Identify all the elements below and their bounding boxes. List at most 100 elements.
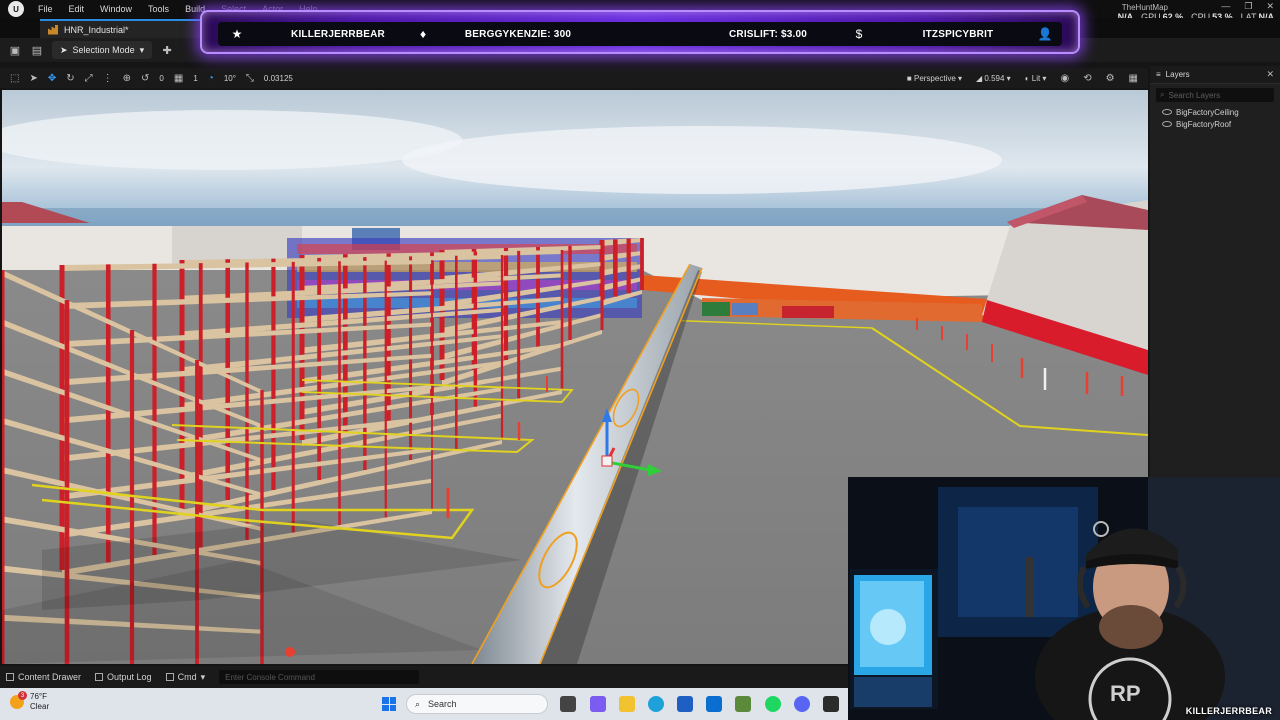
star-icon: ★ (231, 27, 243, 41)
taskbar-search[interactable]: ⌕ Search (406, 694, 548, 714)
menu-file[interactable]: File (30, 4, 61, 14)
search-icon: ⌕ (1160, 90, 1165, 99)
menu-dots-icon[interactable]: ⋮ (103, 73, 113, 84)
layers-panel: ≡ Layers ✕ ⌕ Search Layers BigFactoryCei… (1150, 66, 1280, 477)
scale-snap-value[interactable]: 1 (193, 74, 197, 83)
rotation-snap-value[interactable]: 0 (159, 74, 163, 83)
scale-icon[interactable]: ⤢ (85, 73, 93, 84)
cursor-icon: ➤ (60, 44, 68, 55)
task-view-icon[interactable] (560, 696, 576, 712)
store-icon[interactable] (677, 696, 693, 712)
scale-grid-icon[interactable]: ⤡ (246, 73, 254, 84)
window-controls: — ❐ ✕ (1221, 1, 1274, 12)
layers-search-placeholder: Search Layers (1168, 90, 1221, 100)
layer-item[interactable]: BigFactoryRoof (1150, 118, 1280, 130)
layers-title: Layers (1165, 70, 1190, 79)
webcam-feed: RP KILLERJERRBEAR (848, 477, 1280, 720)
minimize-icon[interactable]: — (1221, 1, 1230, 12)
search-icon: ⌕ (415, 698, 421, 709)
taskbar-search-label: Search (428, 699, 457, 709)
translate-icon[interactable]: ✥ (48, 73, 56, 84)
restore-icon[interactable]: ❐ (1244, 1, 1252, 12)
cmd-dropdown[interactable]: Cmd ▾ (165, 672, 205, 683)
latest-sub: BERGGYKENZIE: 300 (464, 28, 572, 40)
menu-window[interactable]: Window (92, 4, 140, 14)
user-icon: 👤 (1037, 27, 1053, 41)
grid-snap-icon[interactable]: ▦ (174, 73, 183, 84)
screen: U File Edit Window Tools Build Select Ac… (0, 0, 1280, 720)
menu-edit[interactable]: Edit (61, 4, 93, 14)
scale-grid-value[interactable]: 0.03125 (264, 74, 293, 83)
add-actor-icon[interactable]: ✚ (160, 43, 174, 57)
layers-search-field[interactable]: ⌕ Search Layers (1156, 88, 1274, 102)
discord-icon[interactable] (794, 696, 810, 712)
select-tool-icon[interactable]: ⬚ (10, 73, 19, 84)
cmd-icon (165, 673, 174, 681)
file-explorer-icon[interactable] (619, 696, 635, 712)
overlay-bar: ★ KILLERJERRBEAR ♦ BERGGYKENZIE: 300 CRI… (218, 22, 1062, 46)
tab-level[interactable]: HNR_Industrial* (40, 19, 200, 38)
console-input[interactable]: Enter Console Command (219, 670, 420, 684)
pointer-icon[interactable]: ➤ (29, 73, 37, 84)
drawer-icon (6, 673, 14, 681)
webcam-name-label: KILLERJERRBEAR (1185, 706, 1272, 716)
layers-header: ≡ Layers ✕ (1150, 66, 1280, 84)
selection-mode-label: Selection Mode (72, 45, 135, 55)
editor-status-bar: Content Drawer Output Log Cmd ▾ Enter Co… (0, 666, 848, 688)
layer-item[interactable]: BigFactoryCeiling (1150, 106, 1280, 118)
content-browser-icon[interactable]: ▤ (30, 43, 44, 57)
weather-widget[interactable]: 3 76°F Clear (10, 691, 50, 712)
latest-follower: KILLERJERRBEAR (291, 28, 385, 40)
close-icon[interactable]: ✕ (1266, 69, 1274, 80)
spotify-icon[interactable] (765, 696, 781, 712)
eye-icon[interactable] (1162, 121, 1172, 127)
layer-label: BigFactoryCeiling (1176, 107, 1239, 117)
content-drawer-button[interactable]: Content Drawer (6, 672, 81, 682)
tab-level-label: HNR_Industrial* (64, 24, 129, 35)
eye-icon[interactable] (1162, 109, 1172, 115)
lit-icon: ◐ (1024, 73, 1032, 83)
show-flags-icon[interactable]: ◉ (1060, 73, 1069, 84)
angle-snap-icon[interactable]: ◔ (208, 73, 214, 84)
latest-donation: CRISLIFT: $3.00 (728, 28, 808, 40)
level-icon (48, 24, 58, 35)
layers-icon: ≡ (1156, 70, 1161, 79)
minecraft-icon[interactable] (735, 696, 751, 712)
diamond-icon: ♦ (419, 27, 427, 41)
layout-icon[interactable]: ▦ (1129, 73, 1138, 84)
output-log-button[interactable]: Output Log (95, 672, 152, 682)
viewport-toolbar: ⬚ ➤ ✥ ↻ ⤢ ⋮ ⊕ ↺ 0 ▦ 1 ◔ 10° ⤡ 0.03125 ■ … (0, 68, 1148, 88)
chevron-down-icon: ▾ (139, 44, 145, 55)
weather-condition: Clear (30, 702, 50, 711)
camera-icon: ■ (906, 73, 914, 83)
terminal-icon[interactable] (823, 696, 839, 712)
performance-icon[interactable]: ⟲ (1083, 73, 1091, 84)
sun-icon: 3 (10, 691, 27, 709)
lit-dropdown[interactable]: ◐ Lit ▾ (1025, 74, 1047, 83)
svg-text:RP: RP (1110, 681, 1141, 706)
windows-start-icon[interactable] (382, 697, 396, 711)
selection-mode-button[interactable]: ➤ Selection Mode ▾ (52, 41, 153, 59)
stream-event-overlay: ★ KILLERJERRBEAR ♦ BERGGYKENZIE: 300 CRI… (200, 10, 1080, 54)
angle-snap-value[interactable]: 10° (224, 74, 236, 83)
perspective-dropdown[interactable]: ■ Perspective ▾ (907, 74, 962, 83)
copilot-icon[interactable] (590, 696, 606, 712)
fov-dropdown[interactable]: ◢ 0.594 ▾ (976, 74, 1011, 83)
edge-icon[interactable] (648, 696, 664, 712)
close-window-icon[interactable]: ✕ (1266, 1, 1274, 12)
latest-host: ITZSPICYBRIT (922, 28, 994, 40)
world-local-icon[interactable]: ⊕ (123, 73, 131, 84)
dollar-icon: $ (855, 27, 863, 41)
settings-gear-icon[interactable]: ⚙ (1106, 73, 1115, 84)
surface-snap-icon[interactable]: ↺ (141, 73, 149, 84)
notification-badge: 3 (18, 691, 27, 700)
webcam-image: RP (848, 477, 1280, 720)
log-icon (95, 673, 104, 681)
windows-taskbar: 3 76°F Clear ⌕ Search (0, 688, 848, 720)
outlook-icon[interactable] (706, 696, 722, 712)
layer-label: BigFactoryRoof (1176, 119, 1232, 129)
menu-tools[interactable]: Tools (140, 4, 177, 14)
unreal-logo-icon[interactable]: U (8, 1, 24, 17)
save-icon[interactable]: ▣ (8, 43, 22, 57)
rotate-icon[interactable]: ↻ (66, 73, 74, 84)
